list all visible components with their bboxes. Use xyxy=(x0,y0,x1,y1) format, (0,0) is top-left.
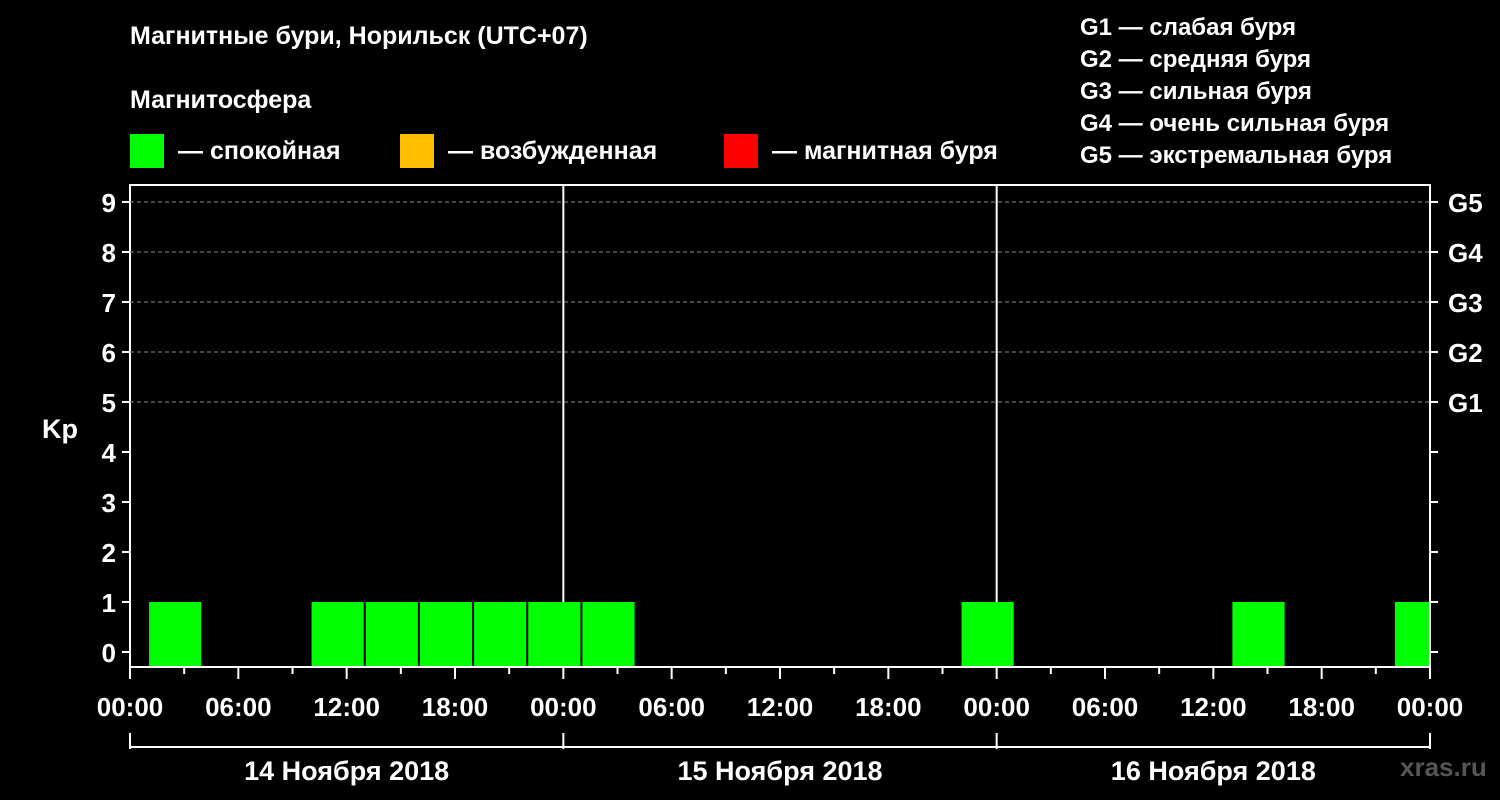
x-tick-label: 00:00 xyxy=(97,692,164,722)
y-tick-label: 9 xyxy=(102,188,116,218)
kp-bar xyxy=(1394,602,1429,666)
g-level-label: G1 xyxy=(1448,388,1483,418)
y-tick-label: 5 xyxy=(102,388,116,418)
kp-bar xyxy=(528,602,581,666)
kp-bar xyxy=(149,602,202,666)
kp-bar xyxy=(365,602,418,666)
x-tick-label: 06:00 xyxy=(205,692,272,722)
date-label: 15 Ноября 2018 xyxy=(677,756,882,786)
x-tick-label: 00:00 xyxy=(1397,692,1464,722)
x-tick-label: 00:00 xyxy=(963,692,1030,722)
watermark: xras.ru xyxy=(1400,752,1487,782)
x-tick-label: 12:00 xyxy=(1180,692,1247,722)
y-axis-label: Kp xyxy=(42,414,78,444)
kp-bar xyxy=(474,602,527,666)
kp-bar xyxy=(961,602,1014,666)
y-tick-label: 8 xyxy=(102,238,116,268)
y-tick-label: 1 xyxy=(102,588,116,618)
kp-bar xyxy=(419,602,473,666)
y-tick-label: 7 xyxy=(102,288,116,318)
date-label: 14 Ноября 2018 xyxy=(244,756,449,786)
kp-bar xyxy=(1232,602,1285,666)
g-level-label: G2 xyxy=(1448,338,1483,368)
x-tick-label: 06:00 xyxy=(1072,692,1139,722)
y-tick-label: 4 xyxy=(102,438,117,468)
g-level-label: G5 xyxy=(1448,188,1483,218)
kp-chart: 0 1 2 3 4 5 6 7 8 9 Kp G1 G2 G3 G4 G5 00:00 06:00 12:00 18:… xyxy=(42,184,1483,786)
kp-bar xyxy=(582,602,635,666)
x-tick-label: 18:00 xyxy=(422,692,489,722)
y-tick-label: 0 xyxy=(102,638,116,668)
y-tick-label: 3 xyxy=(102,488,116,518)
y-tick-label: 6 xyxy=(102,338,116,368)
date-label: 16 Ноября 2018 xyxy=(1111,756,1316,786)
x-tick-label: 18:00 xyxy=(855,692,922,722)
x-tick-label: 12:00 xyxy=(313,692,380,722)
x-tick-label: 18:00 xyxy=(1288,692,1355,722)
x-tick-label: 00:00 xyxy=(530,692,597,722)
plot-frame xyxy=(129,184,1431,668)
g-level-label: G4 xyxy=(1448,238,1483,268)
y-tick-label: 2 xyxy=(102,538,116,568)
x-tick-label: 12:00 xyxy=(747,692,814,722)
g-level-label: G3 xyxy=(1448,288,1483,318)
kp-bar xyxy=(311,602,364,666)
x-tick-label: 06:00 xyxy=(638,692,705,722)
